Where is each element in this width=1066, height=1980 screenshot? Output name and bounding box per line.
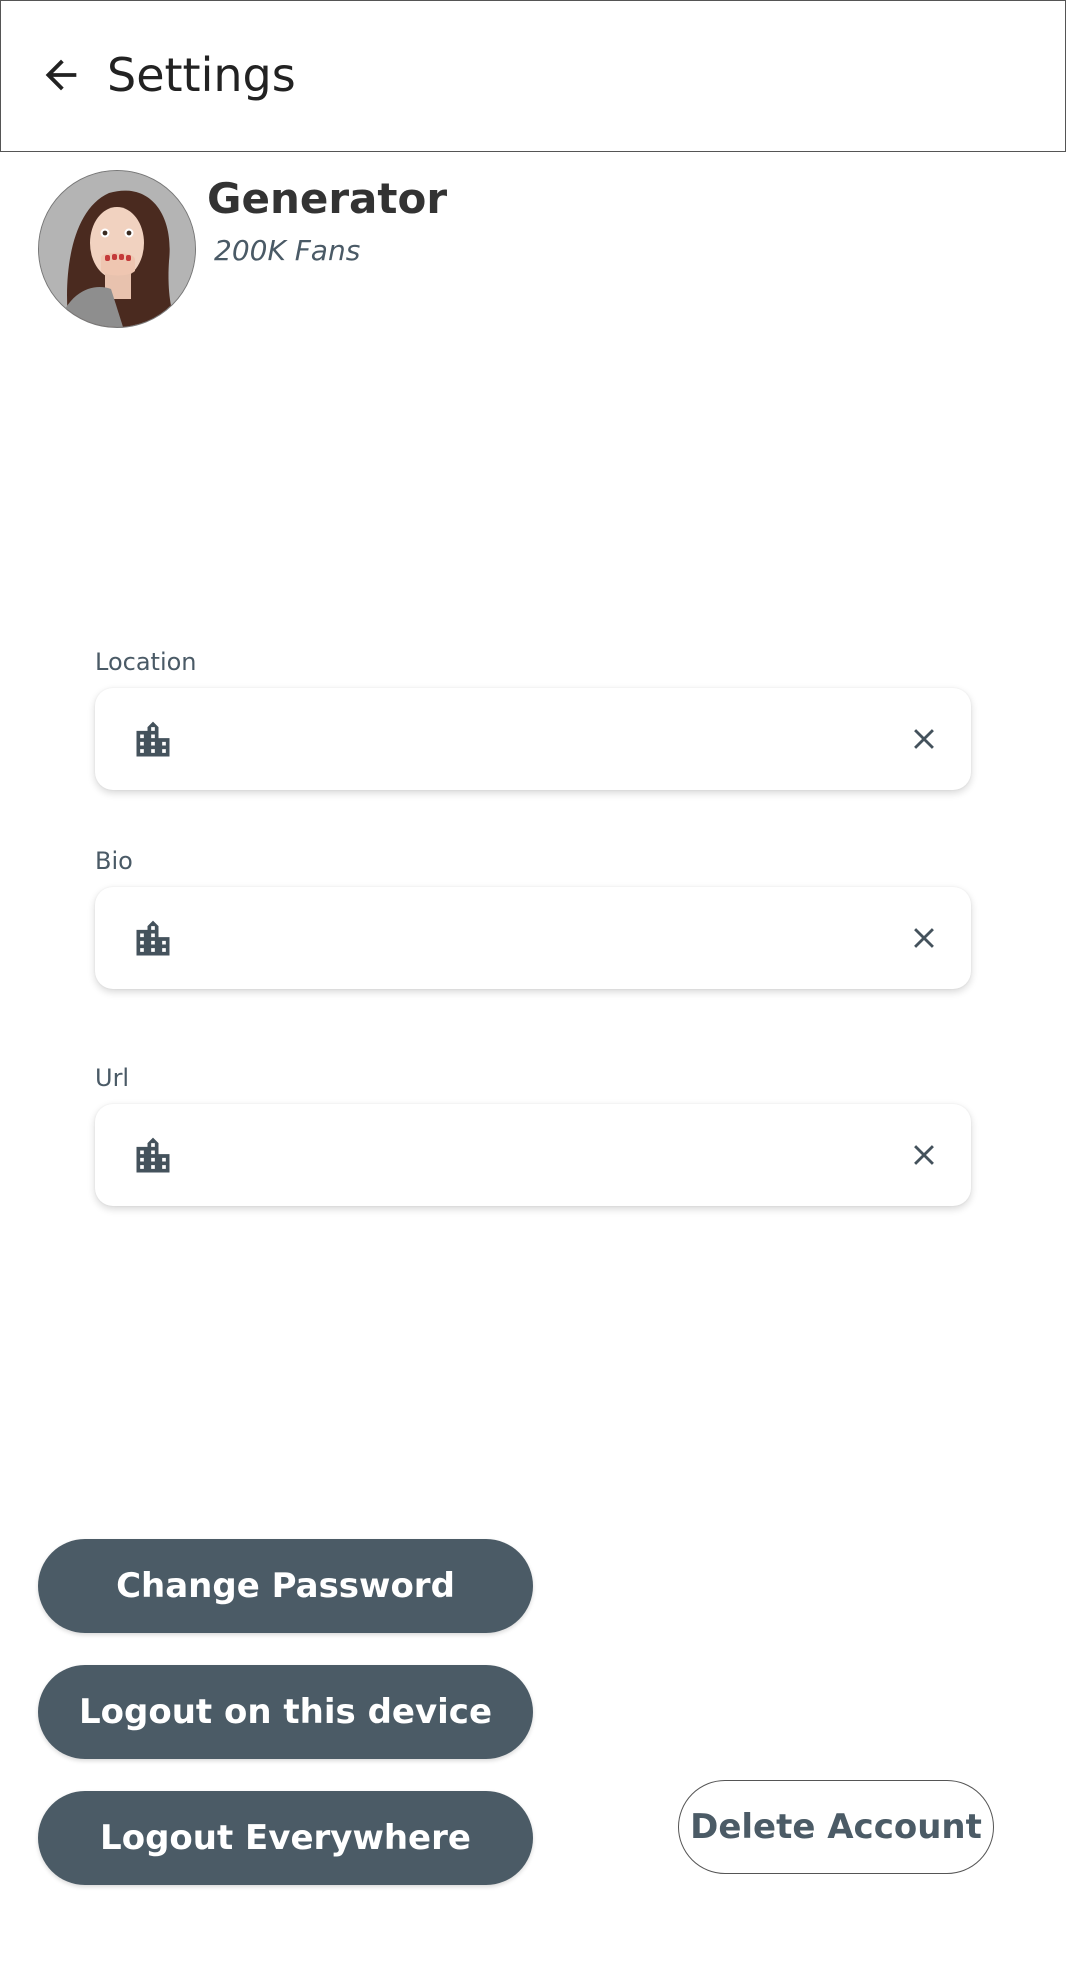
avatar[interactable]	[38, 170, 196, 328]
bio-input[interactable]	[195, 907, 849, 971]
profile-fans-count: 200K Fans	[214, 234, 361, 267]
arrow-left-icon	[45, 59, 77, 91]
close-icon	[914, 729, 934, 749]
url-label: Url	[95, 1064, 130, 1092]
bio-label: Bio	[95, 847, 133, 875]
location-field	[95, 688, 971, 790]
close-icon	[914, 928, 934, 948]
location-input[interactable]	[195, 708, 849, 772]
url-clear-button[interactable]	[899, 1130, 949, 1180]
close-icon	[914, 1145, 934, 1165]
location-clear-button[interactable]	[899, 714, 949, 764]
logout-device-button[interactable]: Logout on this device	[38, 1665, 533, 1759]
logout-everywhere-button[interactable]: Logout Everywhere	[38, 1791, 533, 1885]
bio-clear-button[interactable]	[899, 913, 949, 963]
url-input[interactable]	[195, 1124, 849, 1188]
bio-field	[95, 887, 971, 989]
profile-name: Generator	[207, 174, 448, 223]
building-icon	[136, 1137, 170, 1173]
page-title: Settings	[107, 48, 296, 102]
building-icon	[136, 721, 170, 757]
location-label: Location	[95, 648, 197, 676]
avatar-photo	[39, 171, 195, 327]
change-password-button[interactable]: Change Password	[38, 1539, 533, 1633]
url-field	[95, 1104, 971, 1206]
app-header: Settings	[0, 0, 1066, 152]
building-icon	[136, 920, 170, 956]
back-button[interactable]	[31, 45, 91, 105]
delete-account-button[interactable]: Delete Account	[678, 1780, 994, 1874]
